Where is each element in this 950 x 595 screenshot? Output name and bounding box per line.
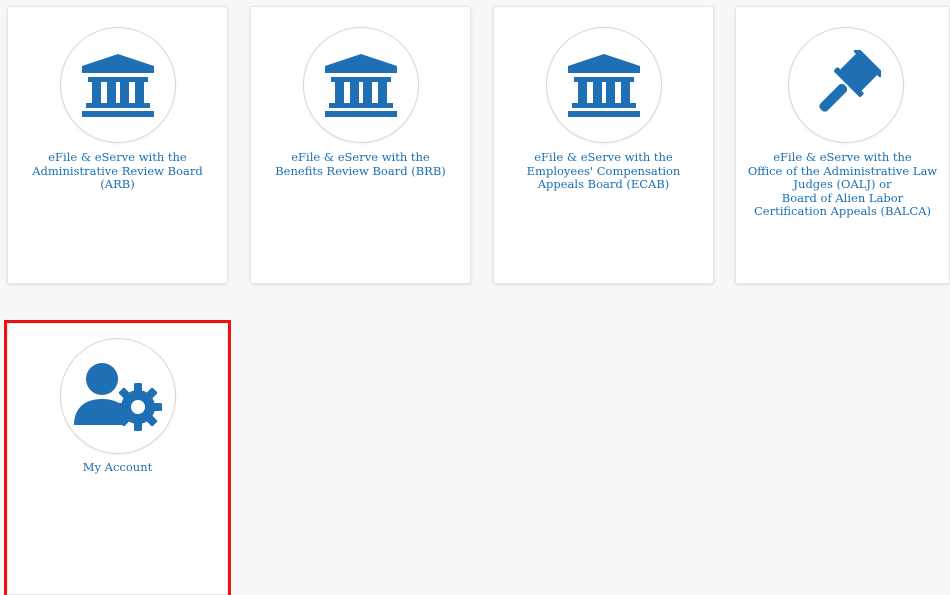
tile-ecab[interactable]: eFile & eServe with the Employees' Compe… (493, 6, 714, 284)
tile-brb[interactable]: eFile & eServe with the Benefits Review … (250, 6, 471, 284)
tile-label: eFile & eServe with the Administrative R… (16, 150, 219, 192)
tile-label-line: Administrative Review Board (32, 163, 203, 178)
icon-circle (302, 27, 419, 143)
tile-label-line: Certification Appeals (BALCA) (753, 204, 932, 219)
tile-label-line: eFile & eServe with the (534, 150, 673, 164)
gavel-icon (818, 50, 881, 112)
tile-label-line: Benefits Review Board (BRB) (275, 163, 446, 178)
tile-label: My Account (16, 460, 219, 475)
my-account-label: My Account (82, 460, 153, 474)
tile-label-line: Board of Alien Labor (781, 190, 904, 205)
tile-my-account[interactable]: My Account (7, 323, 228, 595)
tile-label-line: Appeals Board (ECAB) (537, 177, 670, 192)
icon-circle (545, 27, 662, 143)
icon-circle (787, 27, 904, 143)
courthouse-icon (324, 54, 397, 117)
courthouse-icon (81, 54, 154, 117)
tile-label-line: eFile & eServe with the (291, 150, 430, 164)
user-settings-icon (73, 363, 162, 431)
icon-circle (59, 27, 176, 143)
tile-label-line: eFile & eServe with the (48, 150, 187, 164)
tile-label-line: eFile & eServe with the (773, 150, 912, 164)
tile-label-line: Employees' Compensation (526, 163, 681, 178)
courthouse-icon (567, 54, 640, 117)
tile-label-line: Office of the Administrative Law (747, 163, 938, 178)
icon-circle (59, 338, 176, 454)
tile-label-line: Judges (OALJ) or (793, 177, 892, 192)
tile-label-line: (ARB) (100, 177, 135, 192)
tile-label: eFile & eServe with the Employees' Compe… (502, 150, 705, 192)
tile-label: eFile & eServe with the Benefits Review … (259, 150, 462, 178)
tile-oalj-balca[interactable]: eFile & eServe with the Office of the Ad… (735, 6, 950, 284)
page: eFile & eServe with the Administrative R… (0, 0, 950, 595)
tile-label: eFile & eServe with the Office of the Ad… (744, 150, 941, 219)
tile-arb[interactable]: eFile & eServe with the Administrative R… (7, 6, 228, 284)
